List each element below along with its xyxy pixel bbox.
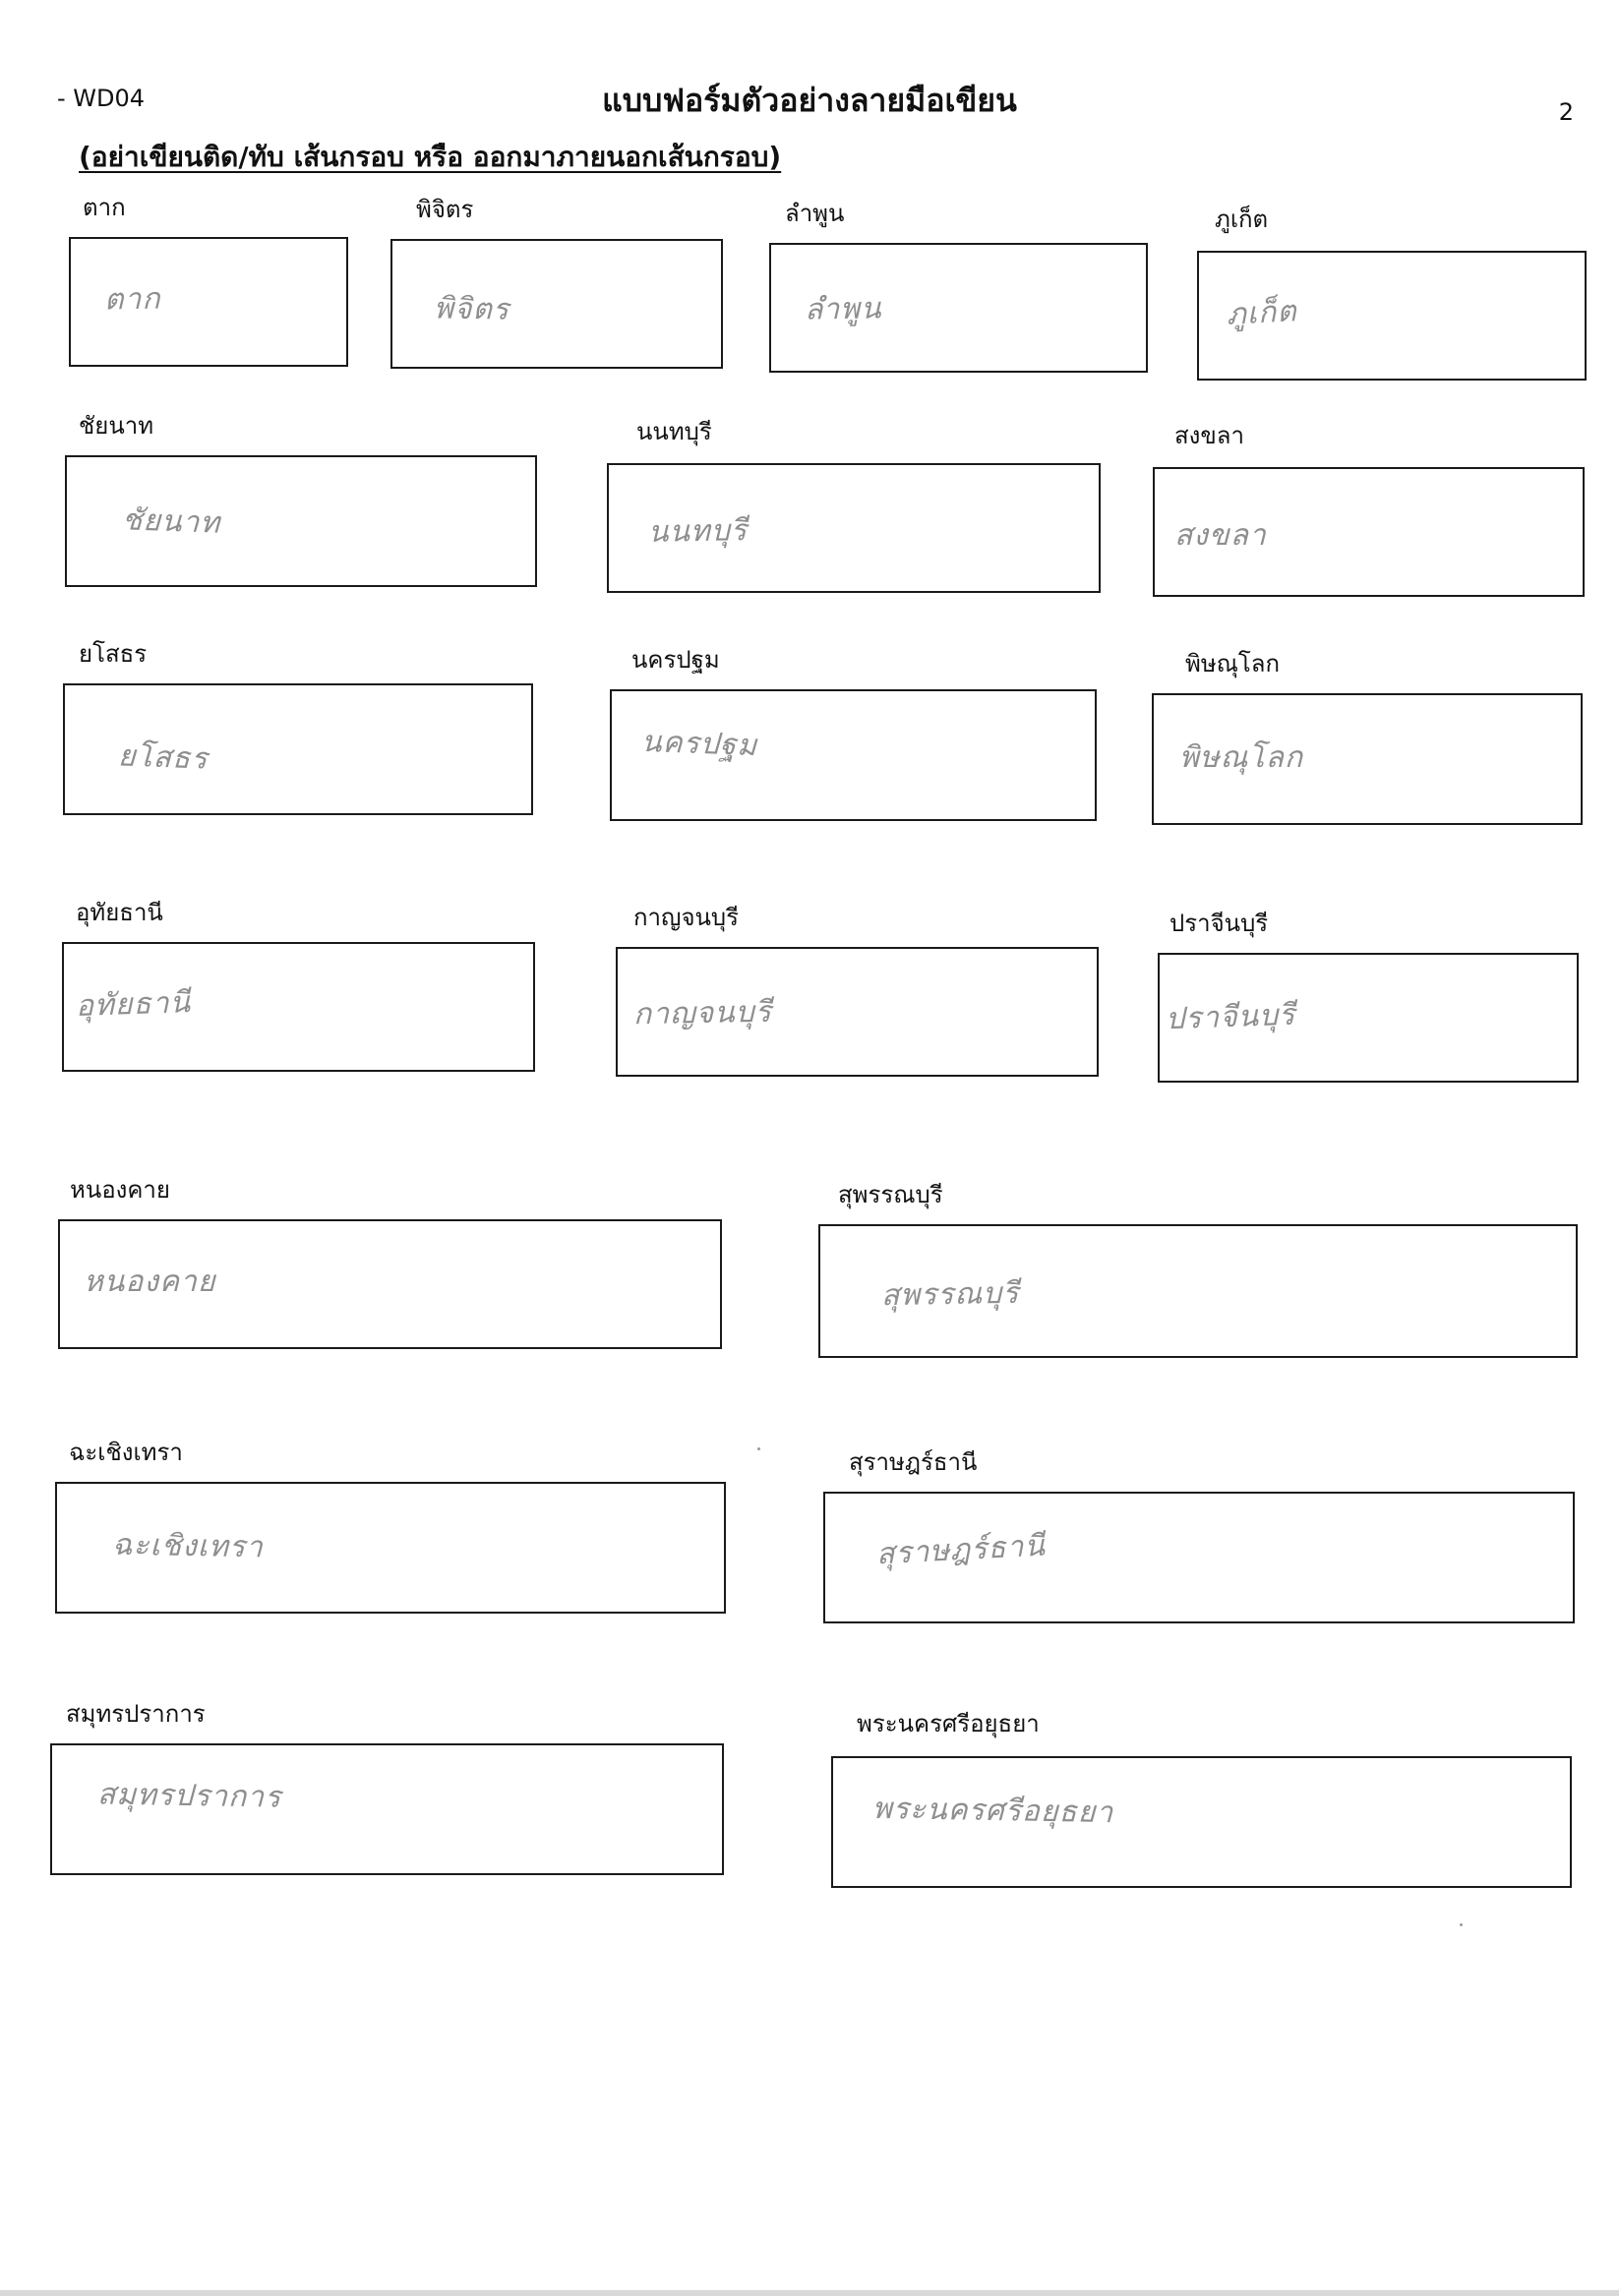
field-label: ตาก (83, 194, 126, 221)
handwriting-sample: ลำพูน (804, 291, 882, 327)
handwriting-box[interactable]: ชัยนาท (65, 455, 537, 587)
handwriting-sample: นครปฐม (640, 724, 758, 764)
field-label: ลำพูน (785, 200, 845, 227)
handwriting-box[interactable]: ตาก (69, 237, 348, 367)
instruction-text: (อย่าเขียนติด/ทับ เส้นกรอบ หรือ ออกมาภาย… (79, 141, 782, 173)
field-label: ภูเก็ต (1215, 206, 1269, 233)
handwriting-sample: กาญจนบุรี (632, 994, 773, 1032)
handwriting-box[interactable]: พระนครศรีอยุธยา (831, 1756, 1572, 1888)
field-label: พระนครศรีอยุธยา (857, 1710, 1040, 1737)
handwriting-sample: หนองคาย (84, 1265, 216, 1299)
handwriting-sample: ยโสธร (117, 738, 210, 777)
handwriting-sample: ภูเก็ต (1226, 294, 1298, 332)
handwriting-sample: นนทบุรี (647, 513, 749, 550)
field-label: นครปฐม (631, 646, 720, 674)
handwriting-sample: อุทัยธานี (75, 984, 192, 1025)
handwriting-sample: พิษณุโลก (1179, 740, 1304, 775)
handwriting-box[interactable]: สุราษฎร์ธานี (823, 1492, 1575, 1623)
handwriting-box[interactable]: สมุทรปราการ (50, 1743, 724, 1875)
field-label: สงขลา (1174, 422, 1244, 449)
handwriting-sample: สมุทรปราการ (96, 1777, 282, 1815)
field-label: สุราษฎร์ธานี (849, 1448, 978, 1476)
field-label: ปราจีนบุรี (1169, 910, 1269, 937)
field-label: พิจิตร (416, 196, 474, 223)
field-label: พิษณุโลก (1185, 650, 1281, 677)
handwriting-box[interactable]: นครปฐม (610, 689, 1097, 821)
handwriting-box[interactable]: นนทบุรี (607, 463, 1101, 593)
handwriting-sample: พิจิตร (433, 291, 510, 327)
form-title: แบบฟอร์มตัวอย่างลายมือเขียน (602, 82, 1017, 119)
field-label: ยโสธร (79, 640, 148, 668)
field-label: อุทัยธานี (76, 899, 163, 926)
scan-speck (1460, 1923, 1463, 1926)
page-number: 2 (1558, 98, 1574, 126)
handwriting-box[interactable]: ภูเก็ต (1197, 251, 1587, 381)
handwriting-sample: ปราจีนบุรี (1165, 997, 1296, 1037)
handwriting-sample: สุพรรณบุรี (880, 1275, 1020, 1314)
handwriting-box[interactable]: อุทัยธานี (62, 942, 535, 1072)
handwriting-box[interactable]: ลำพูน (769, 243, 1148, 373)
handwriting-sample: สงขลา (1174, 518, 1267, 553)
field-label: ฉะเชิงเทรา (69, 1439, 183, 1466)
field-label: ชัยนาท (79, 412, 154, 440)
handwriting-box[interactable]: พิจิตร (390, 239, 723, 369)
handwriting-box[interactable]: กาญจนบุรี (616, 947, 1099, 1077)
page-edge (0, 2290, 1619, 2296)
handwriting-box[interactable]: สุพรรณบุรี (818, 1224, 1578, 1358)
handwriting-sample: ชัยนาท (121, 502, 221, 541)
handwriting-sample: พระนครศรีอยุธยา (871, 1791, 1114, 1831)
field-label: สมุทรปราการ (66, 1700, 206, 1728)
handwriting-box[interactable]: ฉะเชิงเทรา (55, 1482, 726, 1614)
field-label: กาญจนบุรี (633, 904, 740, 931)
handwriting-box[interactable]: สงขลา (1153, 467, 1585, 597)
handwriting-sample: สุราษฎร์ธานี (875, 1528, 1047, 1572)
field-label: สุพรรณบุรี (838, 1181, 943, 1208)
handwriting-box[interactable]: พิษณุโลก (1152, 693, 1583, 825)
handwriting-sample: ตาก (103, 281, 161, 318)
field-label: นนทบุรี (636, 418, 712, 445)
scan-speck (757, 1447, 760, 1450)
field-label: หนองคาย (70, 1176, 170, 1204)
handwriting-box[interactable]: ยโสธร (63, 683, 533, 815)
handwriting-box[interactable]: หนองคาย (58, 1219, 722, 1349)
handwriting-sample: ฉะเชิงเทรา (111, 1527, 265, 1565)
handwriting-box[interactable]: ปราจีนบุรี (1158, 953, 1579, 1083)
